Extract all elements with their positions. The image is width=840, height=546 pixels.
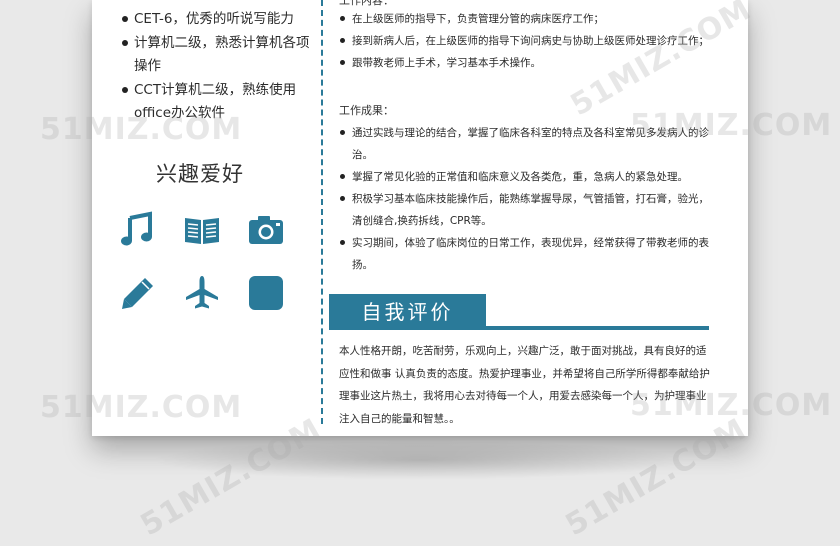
work-content-label: 工作内容： xyxy=(339,0,394,7)
skills-list: CET-6，优秀的听说写能力 计算机二级，熟悉计算机各项操作 CCT计算机二级，… xyxy=(120,8,310,126)
camera-icon xyxy=(246,210,286,250)
watermark: 51MIZ.COM xyxy=(40,112,243,147)
pencil-icon xyxy=(118,273,158,313)
self-eval-header: 自我评价 xyxy=(329,294,709,332)
square-icon xyxy=(246,273,286,313)
music-note-icon xyxy=(118,210,158,250)
watermark: 51MIZ.COM xyxy=(630,108,833,143)
self-eval-title: 自我评价 xyxy=(329,294,486,330)
list-item: 计算机二级，熟悉计算机各项操作 xyxy=(120,32,310,78)
airplane-icon xyxy=(182,273,222,313)
list-item: 在上级医师的指导下，负责管理分管的病床医疗工作； xyxy=(338,8,710,30)
list-item: 掌握了常见化验的正常值和临床意义及各类危，重，急病人的紧急处理。 xyxy=(338,166,710,188)
column-divider xyxy=(321,0,323,424)
hobby-title: 兴趣爱好 xyxy=(156,162,244,186)
book-icon xyxy=(182,210,222,250)
list-item: 积极学习基本临床技能操作后，能熟练掌握导尿，气管插管，打石膏，验光，清创缝合,换… xyxy=(338,188,710,232)
work-results-label: 工作成果： xyxy=(339,104,394,117)
watermark: 51MIZ.COM xyxy=(40,390,243,425)
results-list: 通过实践与理论的结合，掌握了临床各科室的特点及各科室常见多发病人的诊治。 掌握了… xyxy=(338,122,710,276)
list-item: 实习期间，体验了临床岗位的日常工作，表现优异，经常获得了带教老师的表扬。 xyxy=(338,232,710,276)
list-item: CET-6，优秀的听说写能力 xyxy=(120,8,310,31)
